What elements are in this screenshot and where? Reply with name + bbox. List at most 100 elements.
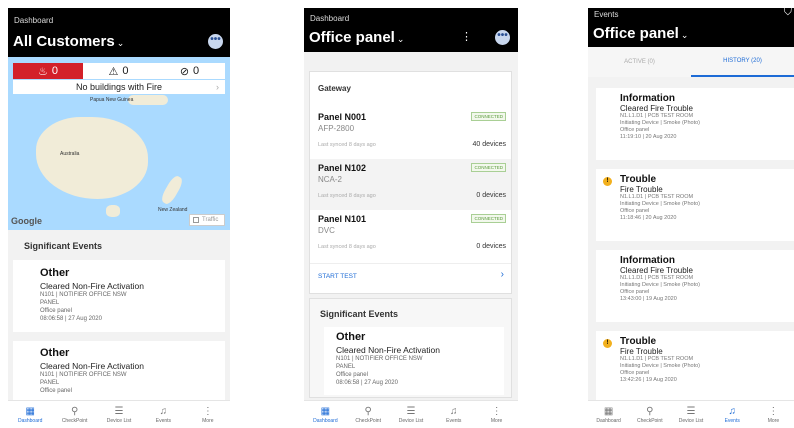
nav-device-list[interactable]: ☰ Device List xyxy=(670,401,711,428)
fire-icon: ♨ xyxy=(38,65,48,78)
start-test-button[interactable]: START TEST xyxy=(318,273,357,280)
bell-icon: ♫ xyxy=(450,405,458,417)
map-label-papua: Papua New Guinea xyxy=(90,97,134,103)
page-title: Office panel xyxy=(309,29,395,46)
status-badge: CONNECTED xyxy=(471,163,506,172)
bottom-nav: ▦ Dashboard ⚲ CheckPoint ☰ Device List ♫ Eve… xyxy=(304,400,518,428)
nav-device-list[interactable]: ☰ Device List xyxy=(97,401,141,428)
nav-checkpoint[interactable]: ⚲ CheckPoint xyxy=(347,401,390,428)
status-badge: CONNECTED xyxy=(471,214,506,223)
bell-icon: ♫ xyxy=(728,405,736,417)
alarm-summary-bar: ♨ 0 ⚠ 0 ⊘ 0 xyxy=(13,63,225,79)
more-options-button[interactable]: ••• xyxy=(208,34,223,49)
filter-icon[interactable]: ⛉ xyxy=(784,8,792,19)
disabled-count-button[interactable]: ⊘ 0 xyxy=(154,63,225,79)
checkpoint-icon: ⚲ xyxy=(646,405,654,417)
tab-active[interactable]: ACTIVE (0) xyxy=(588,47,691,77)
map-land-nz xyxy=(159,174,185,206)
nav-events[interactable]: ♫ Events xyxy=(432,401,475,428)
significant-events-card: Significant Events Other Cleared Non-Fir… xyxy=(309,298,512,398)
no-buildings-banner[interactable]: No buildings with Fire › xyxy=(13,80,225,94)
checkpoint-icon: ⚲ xyxy=(364,405,372,417)
app-header: Events Office panel ⌄ ⛉ xyxy=(588,8,794,47)
nav-device-list[interactable]: ☰ Device List xyxy=(390,401,433,428)
gateway-card: Gateway Panel N001 AFP-2800 Last synced … xyxy=(309,71,512,294)
nav-checkpoint[interactable]: ⚲ CheckPoint xyxy=(52,401,96,428)
more-icon: ⋮ xyxy=(768,405,779,417)
warning-icon: ! xyxy=(603,339,612,348)
status-badge: CONNECTED xyxy=(471,112,506,121)
checkpoint-icon: ⚲ xyxy=(70,405,79,417)
page-title: Office panel xyxy=(593,25,679,42)
event-card[interactable]: Other Cleared Non-Fire Activation N101 |… xyxy=(324,327,504,395)
more-icon: ⋮ xyxy=(202,405,213,417)
map-label-nz: New Zealand xyxy=(158,207,188,213)
nav-dashboard[interactable]: ▦ Dashboard xyxy=(8,401,52,428)
trouble-count-button[interactable]: ⚠ 0 xyxy=(83,63,154,79)
breadcrumb: Events xyxy=(594,10,619,19)
more-options-button[interactable]: ••• xyxy=(495,30,510,45)
tab-history[interactable]: HISTORY (20) xyxy=(691,47,794,77)
nav-checkpoint[interactable]: ⚲ CheckPoint xyxy=(629,401,670,428)
history-event-card[interactable]: Information Cleared Fire Trouble N1.L1.D… xyxy=(596,88,794,160)
panel-screen: Dashboard Office panel ⌄ ⋮ ••• Gateway Pa… xyxy=(304,8,518,428)
events-screen: Events Office panel ⌄ ⛉ ACTIVE (0) HISTOR… xyxy=(588,8,794,428)
map-land-australia xyxy=(36,117,148,199)
bell-icon: ♫ xyxy=(159,405,168,417)
dashboard-screen: Dashboard All Customers ⌄ ••• Papua New G… xyxy=(8,8,230,428)
panel-selector[interactable]: Office panel ⌄ xyxy=(593,25,688,42)
event-card[interactable]: Other Cleared Non-Fire Activation N101 |… xyxy=(13,341,225,401)
chevron-right-icon: › xyxy=(216,82,219,92)
nav-dashboard[interactable]: ▦ Dashboard xyxy=(304,401,347,428)
google-logo: Google xyxy=(11,216,42,226)
map-land-tasmania xyxy=(106,205,120,217)
nav-more[interactable]: ⋮ More xyxy=(475,401,518,428)
warning-icon: ! xyxy=(603,177,612,186)
list-icon: ☰ xyxy=(114,405,124,417)
chevron-down-icon: ⌄ xyxy=(680,30,689,40)
nav-events[interactable]: ♫ Events xyxy=(712,401,753,428)
chevron-down-icon: ⌄ xyxy=(116,38,125,48)
nav-events[interactable]: ♫ Events xyxy=(141,401,185,428)
panel-selector[interactable]: Office panel ⌄ xyxy=(309,29,404,46)
bottom-nav: ▦ Dashboard ⚲ CheckPoint ☰ Device List ♫ Eve… xyxy=(8,400,230,428)
customer-selector[interactable]: All Customers ⌄ xyxy=(13,33,124,50)
nav-more[interactable]: ⋮ More xyxy=(753,401,794,428)
bottom-nav: ▦ Dashboard ⚲ CheckPoint ☰ Device List ♫ Eve… xyxy=(588,400,794,428)
chevron-down-icon: ⌄ xyxy=(396,34,405,44)
more-icon: ⋮ xyxy=(491,405,502,417)
map-label-australia: Australia xyxy=(60,151,80,157)
history-event-card[interactable]: Information Cleared Fire Trouble N1.L1.D… xyxy=(596,250,794,322)
fire-count-button[interactable]: ♨ 0 xyxy=(13,63,83,79)
dashboard-icon: ▦ xyxy=(25,405,35,417)
warning-icon: ⚠ xyxy=(108,65,119,78)
dashboard-icon: ▦ xyxy=(320,405,331,417)
page-title: All Customers xyxy=(13,33,115,50)
checkbox-icon xyxy=(193,217,199,223)
history-event-card[interactable]: ! Trouble Fire Trouble N1.L1.D1 | PCB TE… xyxy=(596,331,794,401)
history-event-card[interactable]: ! Trouble Fire Trouble N1.L1.D1 | PCB TE… xyxy=(596,169,794,241)
panel-row[interactable]: Panel N102 NCA-2 Last synced 8 days ago … xyxy=(310,159,511,210)
divider xyxy=(310,263,511,264)
map-view[interactable]: Papua New Guinea Australia New Zealand ♨… xyxy=(8,57,230,230)
gateway-title: Gateway xyxy=(318,84,351,93)
traffic-toggle[interactable]: Traffic xyxy=(189,214,225,226)
section-title: Significant Events xyxy=(320,309,399,319)
app-header: Dashboard All Customers ⌄ ••• xyxy=(8,8,230,57)
breadcrumb: Dashboard xyxy=(310,14,350,23)
disabled-icon: ⊘ xyxy=(179,65,190,78)
list-icon: ☰ xyxy=(686,405,696,417)
kebab-menu-icon[interactable]: ⋮ xyxy=(461,30,472,43)
panel-row[interactable]: Panel N001 AFP-2800 Last synced 8 days a… xyxy=(310,108,511,159)
nav-dashboard[interactable]: ▦ Dashboard xyxy=(588,401,629,428)
nav-more[interactable]: ⋮ More xyxy=(186,401,230,428)
events-tabs: ACTIVE (0) HISTORY (20) xyxy=(588,47,794,77)
breadcrumb: Dashboard xyxy=(14,16,54,25)
panel-row[interactable]: Panel N101 DVC Last synced 8 days ago 0 … xyxy=(310,210,511,261)
dashboard-icon: ▦ xyxy=(603,405,614,417)
app-header: Dashboard Office panel ⌄ ⋮ ••• xyxy=(304,8,518,52)
section-title: Significant Events xyxy=(24,241,103,251)
list-icon: ☰ xyxy=(406,405,416,417)
chevron-right-icon[interactable]: › xyxy=(501,269,504,280)
event-card[interactable]: Other Cleared Non-Fire Activation N101 |… xyxy=(13,260,225,332)
